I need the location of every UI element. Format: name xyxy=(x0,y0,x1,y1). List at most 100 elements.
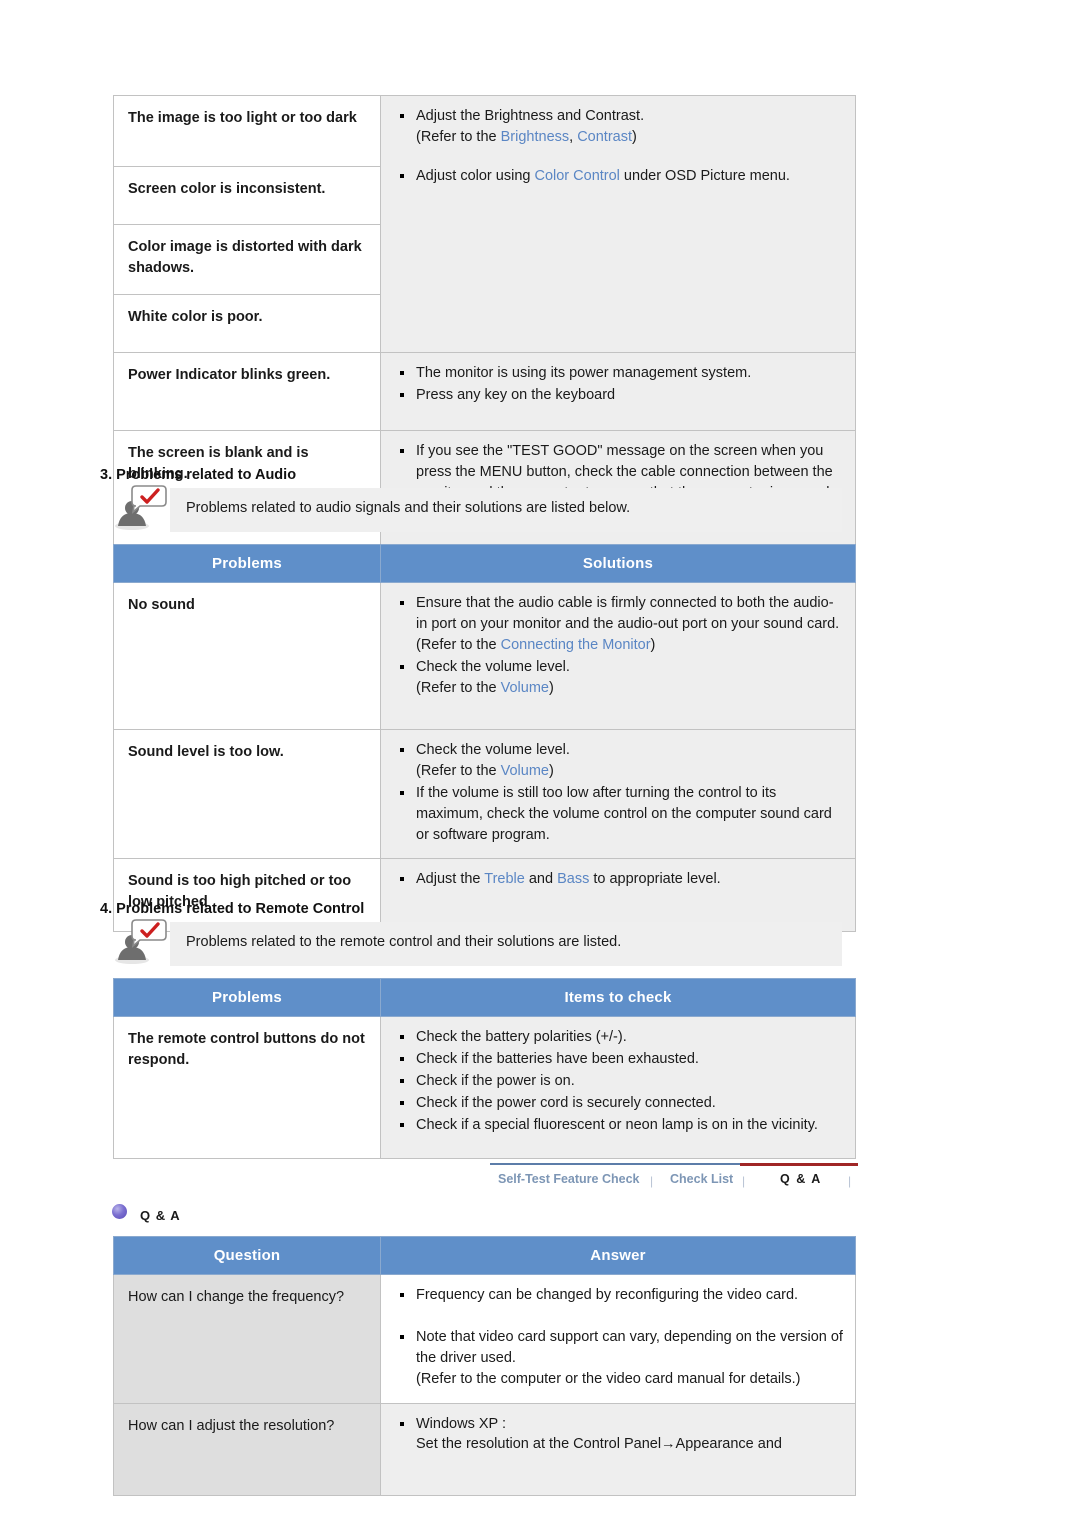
solution-item: Check the volume level. (Refer to the Vo… xyxy=(393,740,843,782)
link-bass[interactable]: Bass xyxy=(557,871,589,887)
solution-cell: Ensure that the audio cable is firmly co… xyxy=(380,582,856,730)
table-row: How can I adjust the resolution? Windows… xyxy=(113,1402,856,1496)
solution-text: Ensure that the audio cable is firmly co… xyxy=(416,595,840,632)
tab-rule-inactive xyxy=(490,1163,740,1165)
solution-list: The monitor is using its power managemen… xyxy=(393,363,843,406)
link-color-control[interactable]: Color Control xyxy=(534,168,619,184)
tab-separator: | xyxy=(742,1174,746,1188)
solution-item: The monitor is using its power managemen… xyxy=(393,363,843,384)
problem-cell: Sound level is too low. xyxy=(113,728,381,860)
solution-item: Adjust color using Color Control under O… xyxy=(393,166,843,187)
answer-list: Frequency can be changed by reconfigurin… xyxy=(393,1285,843,1390)
header-solutions: Solutions xyxy=(380,544,856,583)
solution-text: Check the volume level. xyxy=(416,658,570,675)
answer-text: Windows XP : xyxy=(416,1415,506,1432)
answer-list: Windows XP : Set the resolution at the C… xyxy=(393,1414,843,1456)
header-problems: Problems xyxy=(113,544,381,583)
tab-separator: | xyxy=(650,1174,654,1188)
solution-list: Check the volume level. (Refer to the Vo… xyxy=(393,740,843,845)
check-item: Check the battery polarities (+/-). xyxy=(393,1027,843,1048)
answer-cell: Frequency can be changed by reconfigurin… xyxy=(380,1274,856,1404)
link-contrast[interactable]: Contrast xyxy=(577,129,632,145)
link-volume[interactable]: Volume xyxy=(501,763,549,779)
table-row: Power Indicator blinks green. The monito… xyxy=(113,352,856,431)
tab-q-and-a[interactable]: Q & A xyxy=(780,1172,822,1186)
link-treble[interactable]: Treble xyxy=(484,871,525,887)
remote-problems-table: Problems Items to check The remote contr… xyxy=(113,978,856,1159)
answer-item: Windows XP : Set the resolution at the C… xyxy=(393,1414,843,1456)
solution-subtext: (Refer to the Volume) xyxy=(416,679,554,696)
link-brightness[interactable]: Brightness xyxy=(501,129,570,145)
tab-check-list[interactable]: Check List xyxy=(670,1172,733,1186)
tab-separator: | xyxy=(848,1174,852,1188)
table-row: Sound is too high pitched or too low pit… xyxy=(113,858,856,933)
solution-subtext: (Refer to the Volume) xyxy=(416,762,554,779)
check-item: Check if the batteries have been exhaust… xyxy=(393,1049,843,1070)
check-item: Check if a special fluorescent or neon l… xyxy=(393,1115,843,1136)
answer-item: Note that video card support can vary, d… xyxy=(393,1327,843,1390)
table-row: The remote control buttons do not respon… xyxy=(113,1016,856,1159)
header-answer: Answer xyxy=(380,1236,856,1275)
check-item: Check if the power is on. xyxy=(393,1071,843,1092)
table-header-row: Question Answer xyxy=(113,1236,856,1275)
header-question: Question xyxy=(113,1236,381,1275)
problem-cell: Color image is distorted with dark shado… xyxy=(113,224,381,295)
link-volume[interactable]: Volume xyxy=(501,680,549,696)
header-items-to-check: Items to check xyxy=(380,978,856,1017)
tab-self-test-feature-check[interactable]: Self-Test Feature Check xyxy=(498,1172,639,1186)
navigation-tabs: Self-Test Feature Check | Check List | Q… xyxy=(470,1163,860,1197)
problem-cell: White color is poor. xyxy=(113,294,381,353)
problem-cell: No sound xyxy=(113,582,381,730)
check-list: Check the battery polarities (+/-). Chec… xyxy=(393,1027,843,1135)
solution-item: If the volume is still too low after tur… xyxy=(393,783,843,846)
solution-item: Adjust the Treble and Bass to appropriat… xyxy=(393,869,843,890)
answer-text: Note that video card support can vary, d… xyxy=(416,1328,843,1366)
problem-cell: The remote control buttons do not respon… xyxy=(113,1016,381,1159)
table-row: The image is too light or too dark Adjus… xyxy=(113,95,856,353)
table-header-row: Problems Solutions xyxy=(113,544,856,583)
check-item: Check if the power cord is securely conn… xyxy=(393,1093,843,1114)
question-cell: How can I adjust the resolution? xyxy=(113,1402,381,1496)
person-with-checkmark-bubble-icon xyxy=(112,916,168,966)
problem-cell: The image is too light or too dark xyxy=(113,95,381,167)
qa-section-label: Q & A xyxy=(140,1208,181,1223)
solution-text: Adjust the Brightness and Contrast. xyxy=(416,108,645,124)
answer-subtext: (Refer to the computer or the video card… xyxy=(416,1370,801,1387)
solution-text: Check the volume level. xyxy=(416,742,570,758)
document-page: The image is too light or too dark Adjus… xyxy=(0,0,1080,1528)
problem-cell: Screen color is inconsistent. xyxy=(113,166,381,225)
solution-list: Adjust the Treble and Bass to appropriat… xyxy=(393,869,843,890)
solution-item: Adjust the Brightness and Contrast. (Ref… xyxy=(393,106,843,148)
qa-bullet-icon xyxy=(112,1204,127,1219)
audio-problems-table: Problems Solutions No sound Ensure that … xyxy=(113,544,856,933)
answer-subtext: Set the resolution at the Control Panel→… xyxy=(416,1436,782,1453)
question-cell: How can I change the frequency? xyxy=(113,1274,381,1404)
solution-cell: The monitor is using its power managemen… xyxy=(380,352,856,431)
note-text: Problems related to audio signals and th… xyxy=(186,500,631,516)
answer-item: Frequency can be changed by reconfigurin… xyxy=(393,1285,843,1306)
remote-note: Problems related to the remote control a… xyxy=(100,919,842,966)
note-text: Problems related to the remote control a… xyxy=(186,934,622,950)
table-header-row: Problems Items to check xyxy=(113,978,856,1017)
solution-list-2: Adjust color using Color Control under O… xyxy=(393,166,843,187)
link-connecting-the-monitor[interactable]: Connecting the Monitor xyxy=(501,637,651,653)
solution-cell: Adjust the Treble and Bass to appropriat… xyxy=(380,858,856,933)
table-row: How can I change the frequency? Frequenc… xyxy=(113,1274,856,1404)
solution-item: Check the volume level. (Refer to the Vo… xyxy=(393,657,843,699)
qa-table: Question Answer How can I change the fre… xyxy=(113,1236,856,1496)
audio-note: Problems related to audio signals and th… xyxy=(100,485,842,532)
solution-subtext: (Refer to the Brightness, Contrast) xyxy=(416,128,637,145)
solution-item: Ensure that the audio cable is firmly co… xyxy=(393,593,843,656)
solution-item: Press any key on the keyboard xyxy=(393,385,843,406)
tab-rule-active xyxy=(740,1163,858,1166)
table-row: Sound level is too low. Check the volume… xyxy=(113,728,856,860)
answer-cell: Windows XP : Set the resolution at the C… xyxy=(380,1402,856,1496)
table-row: No sound Ensure that the audio cable is … xyxy=(113,582,856,730)
solution-list: Ensure that the audio cable is firmly co… xyxy=(393,593,843,698)
header-problems: Problems xyxy=(113,978,381,1017)
solution-subtext: (Refer to the Connecting the Monitor) xyxy=(416,636,656,653)
section-title-audio: 3. Problems related to Audio xyxy=(100,467,297,483)
problem-cell: Power Indicator blinks green. xyxy=(113,352,381,431)
solution-cell: Adjust the Brightness and Contrast. (Ref… xyxy=(380,95,856,353)
section-title-remote: 4. Problems related to Remote Control xyxy=(100,901,365,917)
